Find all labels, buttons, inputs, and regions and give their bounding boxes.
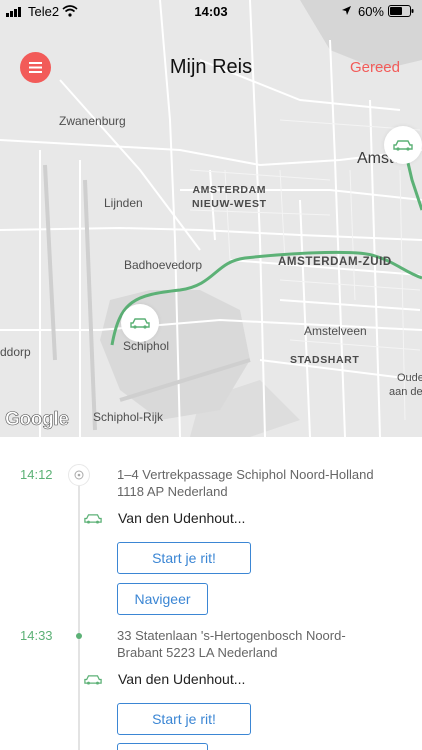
stop-time: 14:33	[20, 628, 53, 643]
target-icon	[74, 470, 84, 480]
driver-name: Van den Udenhout...	[118, 671, 246, 687]
map-label-oude-line2: aan de	[389, 386, 422, 398]
pickup-car-marker[interactable]	[121, 304, 159, 342]
stop-address: 1–4 Vertrekpassage Schiphol Noord-Hollan…	[117, 466, 407, 500]
navigate-button[interactable]	[117, 743, 208, 750]
status-bar: Tele2 14:03 60%	[0, 0, 422, 22]
map-label-schiphol-rijk: Schiphol-Rijk	[93, 410, 164, 424]
map-label-amsterdam-nieuw-west: AMSTERDAM NIEUW-WEST	[192, 183, 267, 211]
map-label-badhoevedorp: Badhoevedorp	[124, 258, 203, 272]
map-label-zwanenburg: Zwanenburg	[59, 114, 126, 128]
map-label-lijnden: Lijnden	[104, 196, 143, 210]
driver-name: Van den Udenhout...	[118, 510, 246, 526]
dropoff-car-marker[interactable]	[384, 126, 422, 164]
location-arrow-icon	[342, 6, 351, 15]
driver-row: Van den Udenhout...	[84, 671, 245, 687]
map-label-stadshart: STADSHART	[290, 354, 360, 366]
pickup-marker	[68, 464, 90, 486]
stop-address-line1: 1–4 Vertrekpassage Schiphol Noord-Hollan…	[117, 467, 374, 482]
car-icon	[130, 318, 150, 329]
map-label-hoofddorp: ddorp	[0, 345, 31, 359]
car-icon	[84, 513, 102, 524]
map-label-oude-line1: Oude	[397, 372, 422, 384]
timeline-line	[78, 468, 80, 750]
battery-icon	[388, 5, 414, 17]
map-label-amsterdam-zuid: AMSTERDAM-ZUID	[278, 256, 392, 268]
stop-address-line2: Brabant 5223 LA Nederland	[117, 645, 278, 660]
map-label-amstelveen: Amstelveen	[304, 324, 367, 338]
driver-row: Van den Udenhout...	[84, 510, 245, 526]
car-icon	[84, 674, 102, 685]
dropoff-marker	[76, 633, 82, 639]
navigate-button[interactable]: Navigeer	[117, 583, 208, 615]
start-ride-button[interactable]: Start je rit!	[117, 542, 251, 574]
map-label-amsterdam-nw-line1: AMSTERDAM	[192, 184, 267, 196]
car-icon	[393, 140, 413, 151]
stop-address-line2: 1118 AP Nederland	[117, 484, 228, 499]
stop-address: 33 Statenlaan 's-Hertogenbosch Noord- Br…	[117, 627, 407, 661]
stop-address-line1: 33 Statenlaan 's-Hertogenbosch Noord-	[117, 628, 346, 643]
stop-time: 14:12	[20, 467, 53, 482]
map-label-schiphol: Schiphol	[123, 339, 170, 353]
map-label-amsterdam-nw-line2: NIEUW-WEST	[192, 198, 267, 210]
battery-percentage: 60%	[357, 4, 384, 19]
done-button[interactable]: Gereed	[350, 59, 400, 76]
start-ride-button[interactable]: Start je rit!	[117, 703, 251, 735]
google-logo: Google	[5, 409, 70, 431]
